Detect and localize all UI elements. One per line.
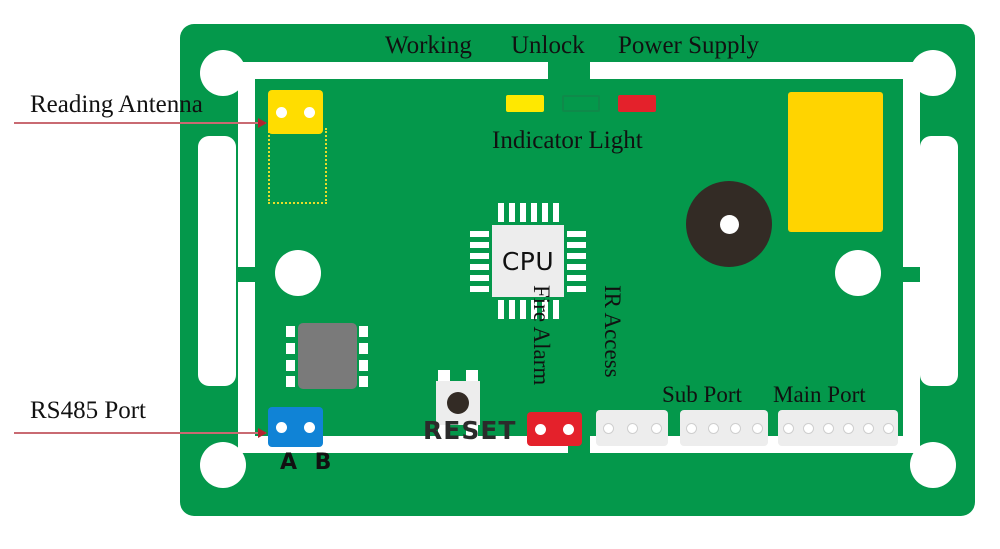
rs485-connector[interactable] [268,407,323,447]
reset-button-cap[interactable] [447,392,469,414]
driver-ic-pin-left-1 [286,326,295,337]
label-unlock: Unlock [511,32,585,59]
main-port-pin-6 [882,422,894,434]
callout-arrow-rs485-port [14,428,267,438]
cpu-pin-top-3 [520,203,526,222]
pcb-board: CPU [180,24,975,516]
label-rs485-pins: A B [280,450,337,475]
driver-ic-pin-right-1 [359,326,368,337]
rs485-pin-b [303,421,315,433]
pcb-diagram: CPU Working Unlock Power Supply Indicato… [0,0,1000,549]
driver-ic-pin-left-4 [286,376,295,387]
cpu-pin-left-6 [470,286,489,292]
silkscreen-trace-left-upper [238,62,255,267]
silkscreen-trace-top-left [238,62,548,79]
sub-port-pin-1 [685,422,697,434]
reading-antenna-silkscreen [268,128,327,204]
cpu-pin-right-2 [567,242,586,248]
cpu-pin-right-5 [567,275,586,281]
silkscreen-trace-left-lower [238,282,255,453]
ir-access-pin-1 [602,422,614,434]
main-port-pin-5 [862,422,874,434]
cpu-pin-top-6 [553,203,559,222]
label-fire-alarm: Fire Alarm [529,285,554,386]
callout-label-rs485-port: RS485 Port [30,397,147,424]
cpu-pin-right-4 [567,264,586,270]
label-working: Working [385,32,472,59]
cpu-pin-top-1 [498,203,504,222]
fire-alarm-pin-2 [562,423,574,435]
reading-antenna-connector[interactable] [268,90,323,134]
rs485-pin-a [276,421,288,433]
relay-module [788,92,883,232]
label-power-supply: Power Supply [618,32,759,59]
main-port-pin-4 [842,422,854,434]
driver-ic [285,323,370,389]
antenna-pin-1 [276,106,288,118]
sub-port-pin-4 [751,422,763,434]
label-indicator-light: Indicator Light [492,127,643,154]
led-unlock [562,95,600,112]
callout-arrow-reading-antenna [14,118,267,128]
label-ir-access: IR Access [600,285,625,378]
led-working [506,95,544,112]
cpu-pin-top-4 [531,203,537,222]
fire-alarm-connector[interactable] [527,412,582,446]
cpu-pin-bottom-1 [498,300,504,319]
driver-ic-pin-right-3 [359,360,368,371]
mounting-hole-mid-right [835,250,881,296]
buzzer [686,181,772,267]
main-port-pin-2 [802,422,814,434]
fire-alarm-pin-1 [535,423,547,435]
silkscreen-trace-right-upper [903,62,920,267]
edge-slot-left [198,136,236,386]
ir-access-connector[interactable] [596,410,668,446]
cpu-pin-right-6 [567,286,586,292]
cpu-pin-left-3 [470,253,489,259]
edge-slot-right [920,136,958,386]
sub-port-pin-2 [707,422,719,434]
cpu-pin-left-4 [470,264,489,270]
cpu-pin-right-3 [567,253,586,259]
cpu-pin-right-1 [567,231,586,237]
cpu-pin-bottom-2 [509,300,515,319]
main-port-pin-1 [782,422,794,434]
cpu-pin-top-5 [542,203,548,222]
main-port-connector[interactable] [778,410,898,446]
driver-ic-pin-left-3 [286,360,295,371]
main-port-pin-3 [822,422,834,434]
arrowhead-icon [258,118,267,128]
cpu-pin-bottom-3 [520,300,526,319]
ir-access-pin-2 [626,422,638,434]
cpu-label: CPU [501,246,555,276]
cpu-chip: CPU [468,201,588,321]
label-sub-port: Sub Port [662,382,742,407]
antenna-pin-2 [303,106,315,118]
label-main-port: Main Port [773,382,866,407]
buzzer-vent-hole [719,214,739,234]
driver-ic-body [298,323,357,389]
driver-ic-pin-right-2 [359,343,368,354]
led-power-supply [618,95,656,112]
driver-ic-pin-right-4 [359,376,368,387]
cpu-pin-top-2 [509,203,515,222]
sub-port-connector[interactable] [680,410,768,446]
mounting-hole-mid-left [275,250,321,296]
cpu-pin-left-2 [470,242,489,248]
driver-ic-pin-left-2 [286,343,295,354]
sub-port-pin-3 [729,422,741,434]
arrowhead-icon [258,428,267,438]
cpu-pin-left-1 [470,231,489,237]
ir-access-pin-3 [650,422,662,434]
cpu-pin-left-5 [470,275,489,281]
silkscreen-trace-right-lower [903,282,920,453]
callout-label-reading-antenna: Reading Antenna [30,91,203,118]
silkscreen-trace-top-right [590,62,920,79]
label-reset: RESET [423,416,517,445]
